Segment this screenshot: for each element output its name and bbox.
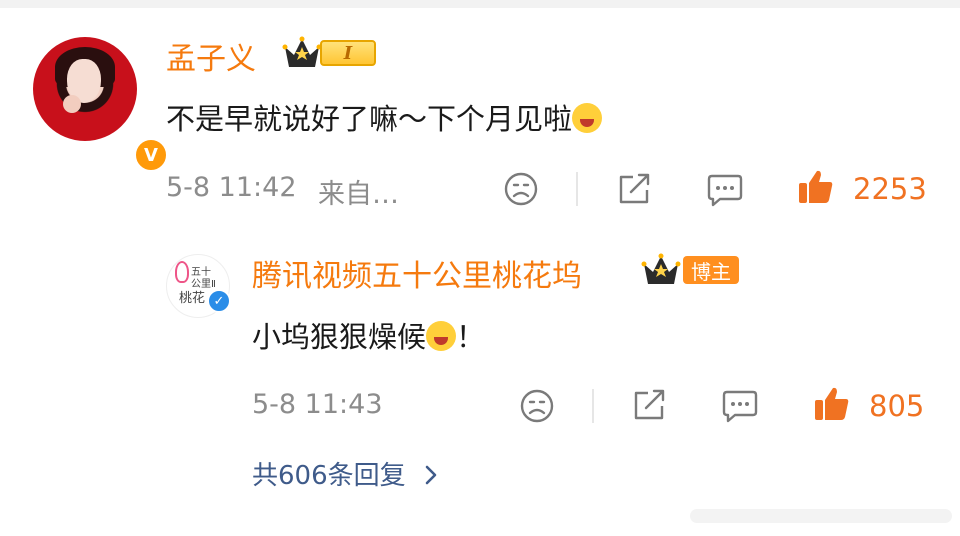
avatar-logo-line3: 桃花 bbox=[179, 291, 206, 306]
host-tag: 博主 bbox=[683, 256, 739, 284]
share-icon[interactable] bbox=[617, 172, 653, 206]
chevron-right-icon bbox=[425, 465, 437, 485]
peach-flower-icon bbox=[175, 261, 189, 283]
reply-avatar[interactable]: 五十 公里Ⅱ 桃花 ✓ bbox=[166, 254, 231, 318]
verified-check-icon: ✓ bbox=[207, 289, 231, 313]
thumbs-up-icon[interactable] bbox=[813, 385, 851, 423]
comment-source[interactable]: 来自… bbox=[318, 172, 399, 211]
avatar-logo-line2: 公里Ⅱ bbox=[191, 279, 216, 290]
reply-timestamp: 5-8 11:43 bbox=[252, 389, 383, 420]
reply-text-body: 小坞狠狠燥候 bbox=[252, 320, 427, 354]
like-count: 2253 bbox=[853, 172, 927, 206]
reply-author-name[interactable]: 腾讯视频五十公里桃花坞 bbox=[252, 251, 582, 295]
comment-text-body: 不是早就说好了嘛～下个月见啦 bbox=[166, 102, 573, 136]
scroll-indicator bbox=[690, 509, 952, 523]
action-divider bbox=[576, 172, 578, 206]
view-replies-label: 共606条回复 bbox=[252, 461, 406, 491]
comment-icon[interactable] bbox=[706, 172, 744, 208]
reply-level-badge[interactable]: 博主 bbox=[641, 252, 739, 288]
share-icon[interactable] bbox=[632, 388, 668, 422]
avatar-hand bbox=[63, 95, 81, 113]
comment-icon[interactable] bbox=[721, 388, 759, 424]
avatar-logo-line1: 五十 bbox=[191, 267, 211, 278]
excited-emoji-icon bbox=[426, 321, 457, 351]
view-replies-link[interactable]: 共606条回复 bbox=[252, 455, 440, 492]
avatar[interactable]: V bbox=[33, 37, 169, 173]
dislike-face-icon[interactable] bbox=[519, 388, 555, 424]
reply-like-count: 805 bbox=[869, 389, 925, 423]
crown-icon bbox=[282, 36, 322, 67]
reply-text-suffix: ！ bbox=[456, 320, 486, 354]
dislike-face-icon[interactable] bbox=[503, 171, 539, 207]
member-level-badge[interactable]: I bbox=[282, 35, 376, 71]
top-divider bbox=[0, 0, 960, 8]
thumbs-up-icon[interactable] bbox=[797, 168, 835, 206]
excited-emoji-icon bbox=[572, 103, 603, 133]
verified-badge-icon: V bbox=[133, 137, 169, 173]
comment-author-name[interactable]: 孟子义 bbox=[166, 34, 256, 78]
level-tag: I bbox=[320, 40, 376, 66]
comment-timestamp: 5-8 11:42 bbox=[166, 172, 297, 203]
comment-text: 不是早就说好了嘛～下个月见啦 bbox=[166, 96, 603, 138]
reply-text: 小坞狠狠燥候 ！ bbox=[252, 314, 485, 356]
crown-icon bbox=[641, 253, 681, 284]
action-divider bbox=[592, 389, 594, 423]
